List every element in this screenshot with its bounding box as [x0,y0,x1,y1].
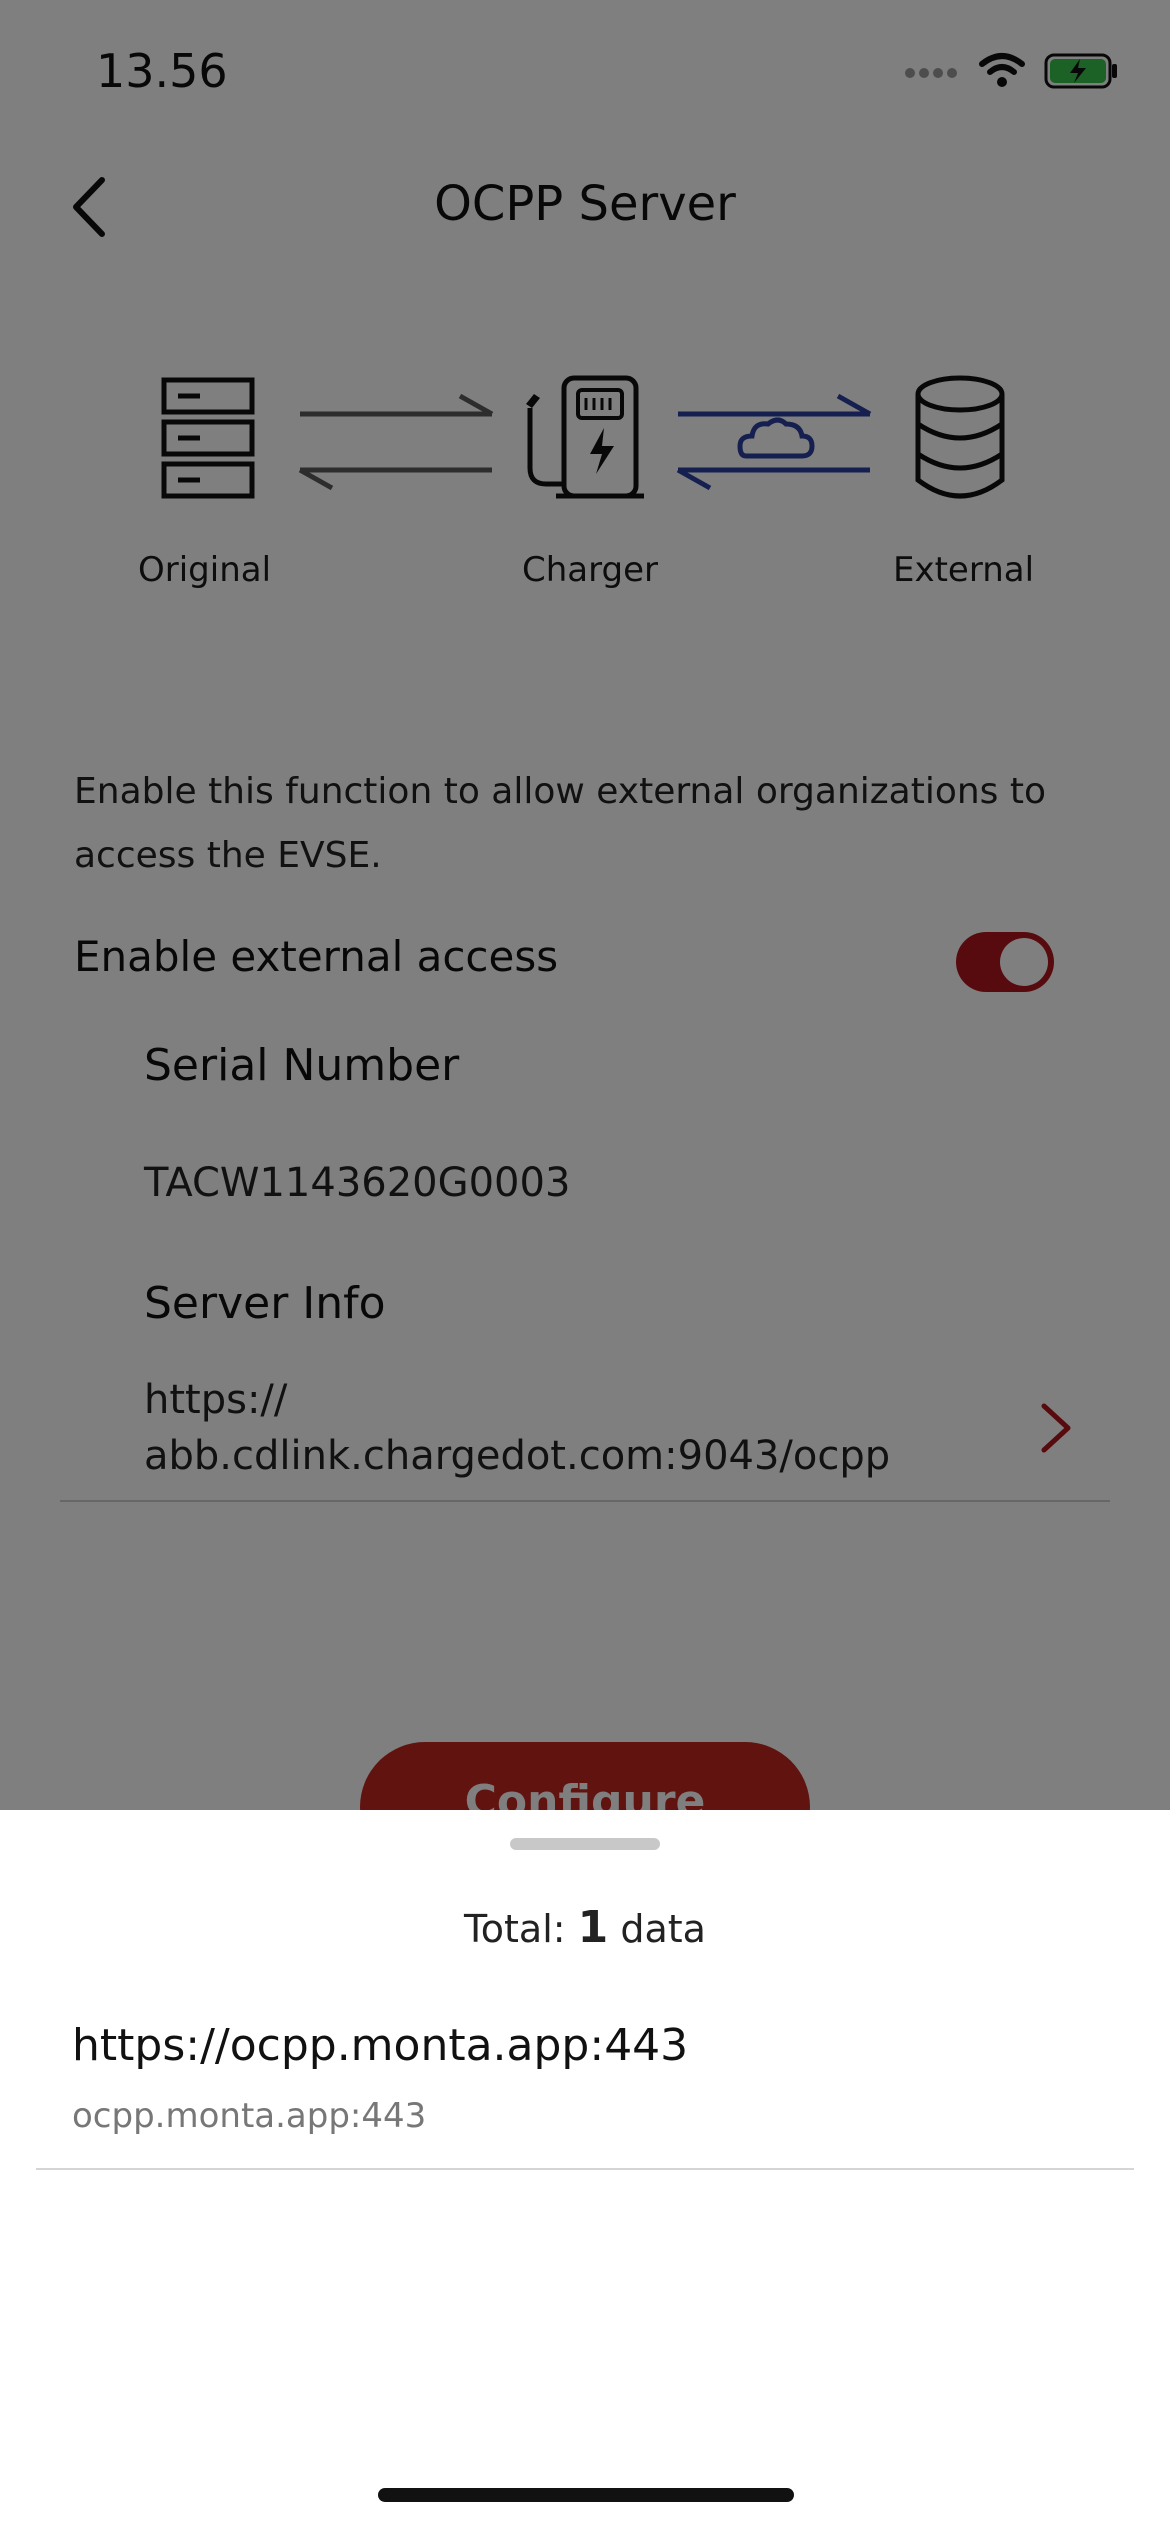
list-item-subtitle: ocpp.monta.app:443 [72,2096,427,2136]
list-divider [36,2168,1134,2170]
screen: 13.56 OCPP Server [0,0,1170,2532]
total-count-text: Total: 1 data [0,1902,1170,1953]
total-prefix: Total: [464,1907,578,1951]
total-count: 1 [577,1902,609,1953]
sheet-drag-handle[interactable] [510,1838,660,1850]
home-indicator [378,2488,794,2502]
modal-overlay[interactable] [0,0,1170,1810]
bottom-sheet: Total: 1 data https://ocpp.monta.app:443… [0,1810,1170,2532]
total-suffix: data [608,1907,706,1951]
list-item-title: https://ocpp.monta.app:443 [72,2020,689,2071]
